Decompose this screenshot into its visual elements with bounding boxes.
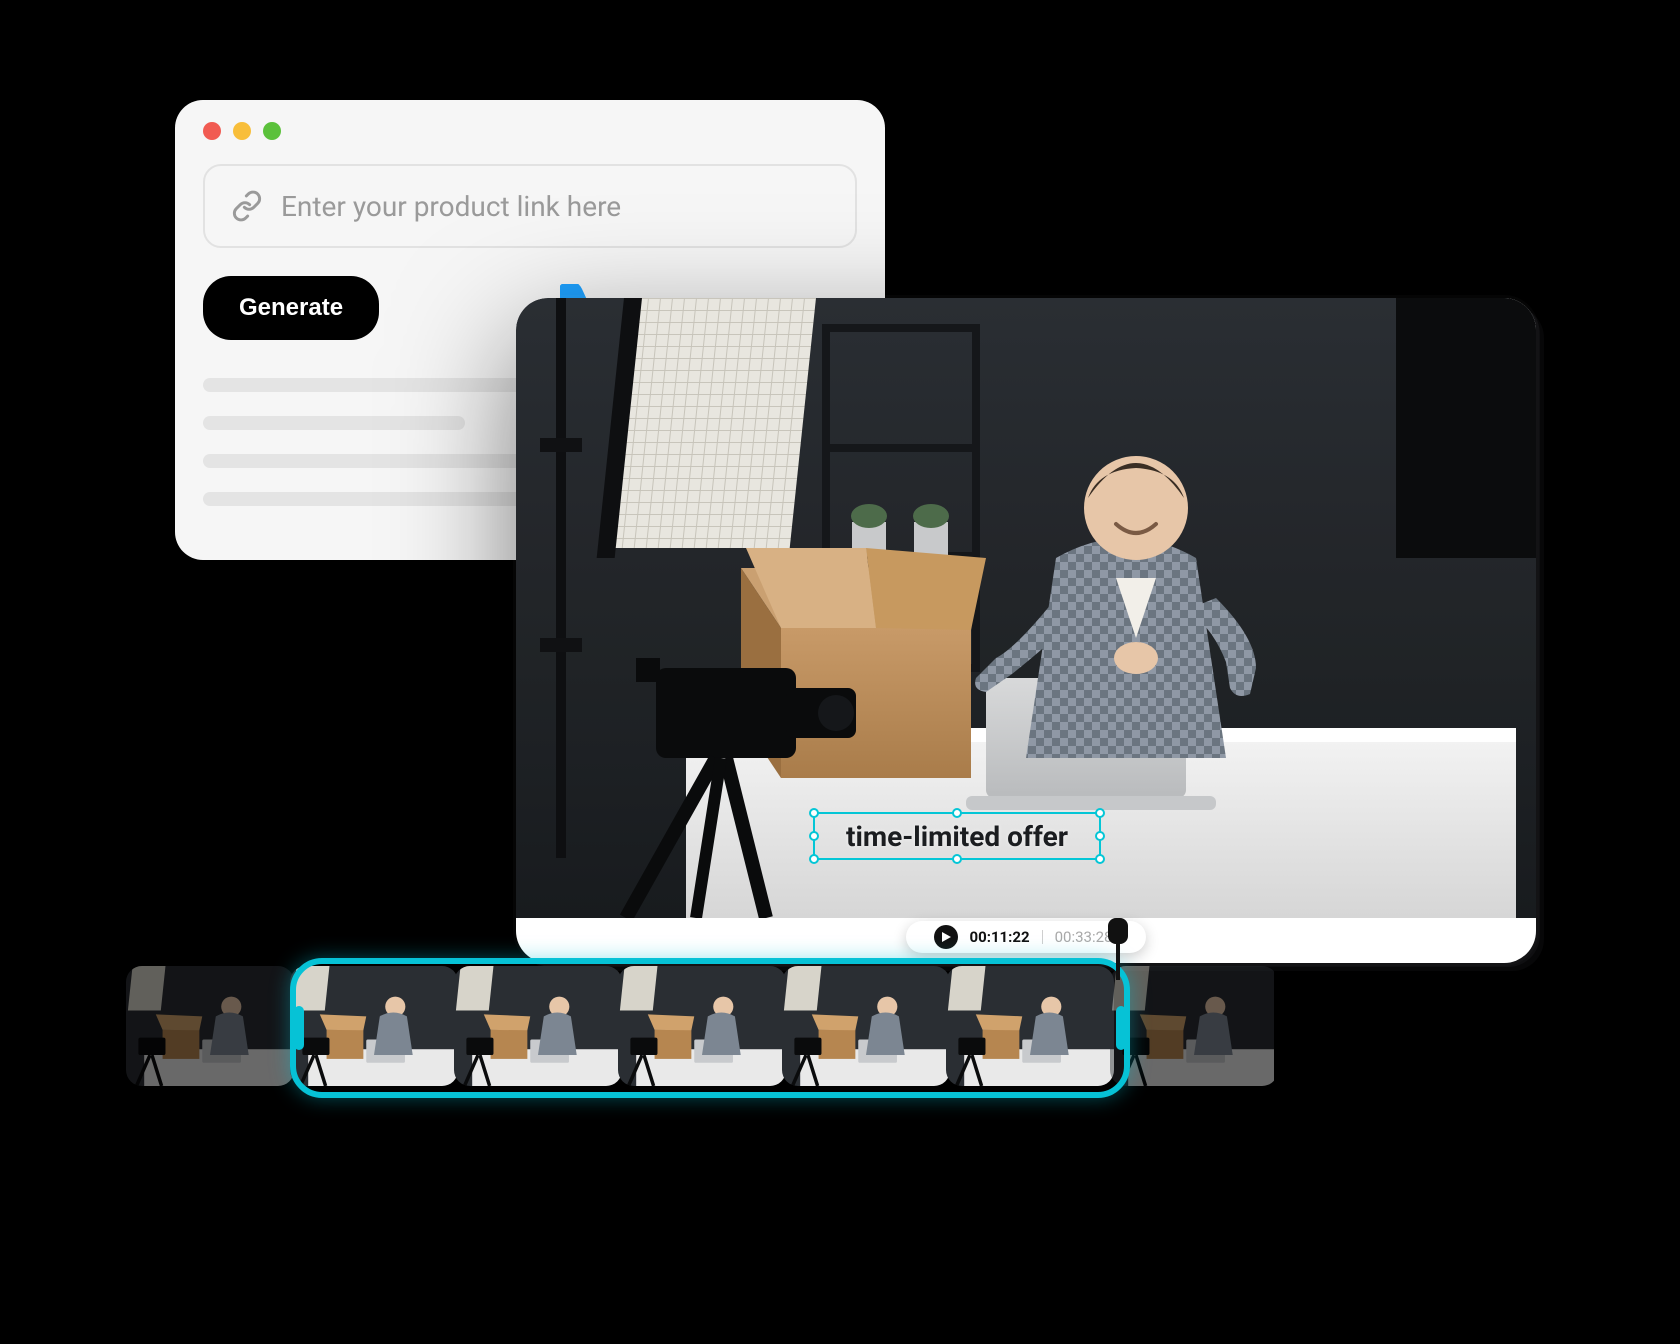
caption-text-box[interactable]: time-limited offer: [813, 812, 1101, 860]
clip-strip: [126, 966, 1274, 1094]
video-canvas[interactable]: time-limited offer: [516, 298, 1536, 918]
caption-text: time-limited offer: [846, 820, 1068, 853]
total-time: 00:33:28: [1055, 928, 1113, 946]
timeline-clip[interactable]: [618, 966, 786, 1086]
video-preview-panel: time-limited offer 00:11:22 00:33:28: [516, 298, 1536, 963]
window-traffic-lights: [203, 122, 857, 140]
timeline-clip[interactable]: [126, 966, 294, 1086]
maximize-icon[interactable]: [263, 122, 281, 140]
resize-handle-icon[interactable]: [1095, 831, 1105, 841]
generate-button[interactable]: Generate: [203, 276, 379, 340]
resize-handle-icon[interactable]: [952, 854, 962, 864]
resize-handle-icon[interactable]: [809, 831, 819, 841]
video-timeline[interactable]: [126, 966, 1296, 1094]
timeline-clip[interactable]: [290, 966, 458, 1086]
time-separator: [1042, 930, 1043, 944]
product-link-placeholder: Enter your product link here: [281, 190, 621, 223]
resize-handle-icon[interactable]: [809, 808, 819, 818]
resize-handle-icon[interactable]: [1095, 808, 1105, 818]
product-link-input[interactable]: Enter your product link here: [203, 164, 857, 248]
resize-handle-icon[interactable]: [1095, 854, 1105, 864]
timeline-clip[interactable]: [454, 966, 622, 1086]
skeleton-line: [203, 416, 465, 430]
resize-handle-icon[interactable]: [952, 808, 962, 818]
play-icon: [940, 931, 952, 943]
timeline-clip[interactable]: [946, 966, 1114, 1086]
timeline-clip[interactable]: [1110, 966, 1274, 1086]
play-button[interactable]: [934, 925, 958, 949]
close-icon[interactable]: [203, 122, 221, 140]
link-icon: [229, 188, 265, 224]
minimize-icon[interactable]: [233, 122, 251, 140]
current-time: 00:11:22: [970, 928, 1030, 946]
timeline-clip[interactable]: [782, 966, 950, 1086]
resize-handle-icon[interactable]: [809, 854, 819, 864]
playback-bar: 00:11:22 00:33:28: [906, 921, 1146, 953]
